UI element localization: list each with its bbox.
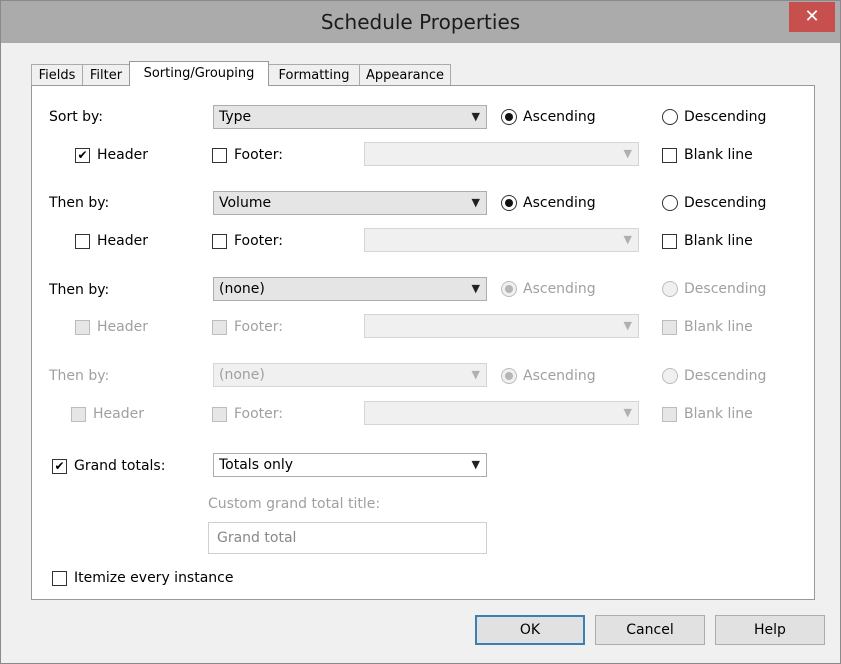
- radio-dot: [505, 199, 513, 207]
- custom-grand-total-title-label: Custom grand total title:: [208, 496, 381, 512]
- sort-by-descending-radio[interactable]: [662, 109, 678, 125]
- then-by-3-ascending-radio[interactable]: [501, 368, 517, 384]
- chevron-down-icon: ▼: [471, 110, 480, 123]
- title-bar[interactable]: Schedule Properties ✕: [1, 1, 840, 43]
- then-by-2-label: Then by:: [49, 282, 110, 298]
- then-by-1-header-checkbox[interactable]: [75, 234, 90, 249]
- custom-grand-total-title-input[interactable]: Grand total: [208, 522, 487, 554]
- then-by-3-footer-checkbox[interactable]: [212, 407, 227, 422]
- chevron-down-icon: ▼: [623, 319, 632, 332]
- sorting-grouping-panel: Sort by: Type ▼ Ascending Descending ✔ He…: [31, 85, 815, 600]
- combo-value: (none): [219, 281, 265, 297]
- blank-line-label: Blank line: [684, 233, 753, 249]
- then-by-2-ascending-radio[interactable]: [501, 281, 517, 297]
- sort-by-label: Sort by:: [49, 109, 104, 125]
- footer-label: Footer:: [234, 233, 284, 249]
- help-button[interactable]: Help: [715, 615, 825, 645]
- chevron-down-icon: ▼: [623, 406, 632, 419]
- combo-value: Volume: [219, 195, 272, 211]
- sort-by-ascending-radio[interactable]: [501, 109, 517, 125]
- sort-by-footer-combo[interactable]: ▼: [364, 142, 639, 166]
- header-label: Header: [93, 406, 144, 422]
- header-label: Header: [97, 319, 148, 335]
- then-by-2-header-checkbox[interactable]: [75, 320, 90, 335]
- chevron-down-icon: ▼: [471, 282, 480, 295]
- cancel-button[interactable]: Cancel: [595, 615, 705, 645]
- radio-dot: [505, 113, 513, 121]
- tab-filter[interactable]: Filter: [82, 64, 130, 85]
- then-by-3-descending-radio[interactable]: [662, 368, 678, 384]
- descending-label: Descending: [684, 195, 767, 211]
- descending-label: Descending: [684, 109, 767, 125]
- then-by-1-descending-radio[interactable]: [662, 195, 678, 211]
- close-button[interactable]: ✕: [789, 2, 835, 32]
- checkmark-icon: ✔: [54, 459, 65, 473]
- ascending-label: Ascending: [523, 109, 596, 125]
- combo-value: (none): [219, 367, 265, 383]
- tab-sorting-grouping[interactable]: Sorting/Grouping: [129, 61, 269, 86]
- descending-label: Descending: [684, 368, 767, 384]
- footer-label: Footer:: [234, 319, 284, 335]
- checkmark-icon: ✔: [77, 148, 88, 162]
- then-by-1-footer-combo[interactable]: ▼: [364, 228, 639, 252]
- grand-totals-checkbox[interactable]: ✔: [52, 459, 67, 474]
- then-by-3-header-checkbox[interactable]: [71, 407, 86, 422]
- tab-formatting[interactable]: Formatting: [268, 64, 360, 85]
- blank-line-label: Blank line: [684, 147, 753, 163]
- sort-by-header-checkbox[interactable]: ✔: [75, 148, 90, 163]
- ascending-label: Ascending: [523, 281, 596, 297]
- then-by-2-footer-combo[interactable]: ▼: [364, 314, 639, 338]
- chevron-down-icon: ▼: [471, 458, 480, 471]
- header-label: Header: [97, 147, 148, 163]
- header-label: Header: [97, 233, 148, 249]
- then-by-3-blank-line-checkbox[interactable]: [662, 407, 677, 422]
- radio-dot: [505, 372, 513, 380]
- then-by-3-field-combo[interactable]: (none) ▼: [213, 363, 487, 387]
- chevron-down-icon: ▼: [623, 147, 632, 160]
- then-by-3-footer-combo[interactable]: ▼: [364, 401, 639, 425]
- blank-line-label: Blank line: [684, 319, 753, 335]
- grand-totals-combo[interactable]: Totals only ▼: [213, 453, 487, 477]
- footer-label: Footer:: [234, 406, 284, 422]
- close-icon: ✕: [804, 6, 820, 27]
- ok-button[interactable]: OK: [475, 615, 585, 645]
- tab-fields[interactable]: Fields: [31, 64, 83, 85]
- sort-by-footer-checkbox[interactable]: [212, 148, 227, 163]
- then-by-1-ascending-radio[interactable]: [501, 195, 517, 211]
- then-by-1-blank-line-checkbox[interactable]: [662, 234, 677, 249]
- itemize-every-instance-checkbox[interactable]: [52, 571, 67, 586]
- chevron-down-icon: ▼: [471, 368, 480, 381]
- then-by-2-blank-line-checkbox[interactable]: [662, 320, 677, 335]
- then-by-1-footer-checkbox[interactable]: [212, 234, 227, 249]
- combo-value: Type: [219, 109, 252, 125]
- then-by-2-field-combo[interactable]: (none) ▼: [213, 277, 487, 301]
- ascending-label: Ascending: [523, 195, 596, 211]
- window-title: Schedule Properties: [320, 10, 521, 34]
- then-by-3-label: Then by:: [49, 368, 110, 384]
- then-by-1-label: Then by:: [49, 195, 110, 211]
- descending-label: Descending: [684, 281, 767, 297]
- schedule-properties-dialog: Schedule Properties ✕ Fields Filter Sort…: [0, 0, 841, 664]
- sort-by-blank-line-checkbox[interactable]: [662, 148, 677, 163]
- tab-appearance[interactable]: Appearance: [359, 64, 451, 85]
- chevron-down-icon: ▼: [623, 233, 632, 246]
- itemize-every-instance-label: Itemize every instance: [74, 570, 234, 586]
- footer-label: Footer:: [234, 147, 284, 163]
- combo-value: Totals only: [219, 457, 294, 473]
- grand-totals-label: Grand totals:: [74, 458, 166, 474]
- then-by-2-footer-checkbox[interactable]: [212, 320, 227, 335]
- radio-dot: [505, 285, 513, 293]
- then-by-2-descending-radio[interactable]: [662, 281, 678, 297]
- chevron-down-icon: ▼: [471, 196, 480, 209]
- then-by-1-field-combo[interactable]: Volume ▼: [213, 191, 487, 215]
- ascending-label: Ascending: [523, 368, 596, 384]
- sort-by-field-combo[interactable]: Type ▼: [213, 105, 487, 129]
- blank-line-label: Blank line: [684, 406, 753, 422]
